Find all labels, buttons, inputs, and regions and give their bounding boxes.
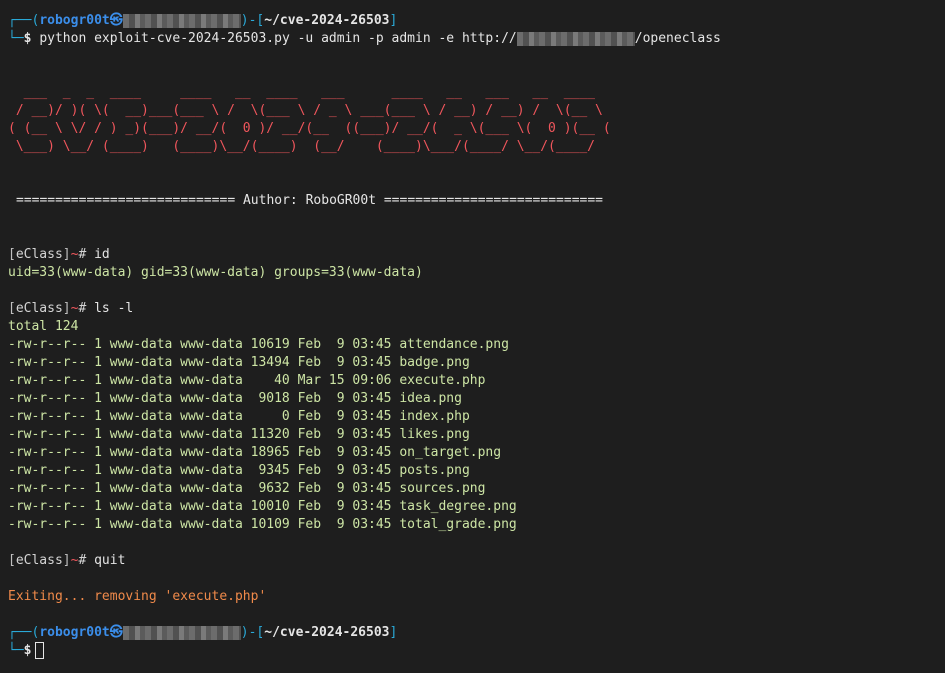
prompt-line-top: ┌──(robogr00t㉿ )-[~/cve-2024-26503] [8,624,945,642]
id-output: uid=33(www-data) gid=33(www-data) groups… [8,265,423,280]
ls-row: -rw-r--r-- 1 www-data www-data 10619 Feb… [8,337,509,352]
ls-row: -rw-r--r-- 1 www-data www-data 10109 Feb… [8,517,517,532]
prompt-close-mid: )-[ [240,625,265,640]
prompt-close-end: ] [389,13,398,28]
prompt-user: robogr00t [39,13,110,28]
shell-bracket-open: [ [8,247,16,262]
prompt-line-bottom: └─$ python exploit-cve-2024-26503.py -u … [8,30,945,48]
ascii-banner-line: / __)/ )( \( __)___(___ \ / \(___ \ / _ … [8,103,603,118]
prompt-frame-bottom: └─ [8,31,24,46]
prompt-user: robogr00t [39,625,110,640]
ls-row: -rw-r--r-- 1 www-data www-data 9018 Feb … [8,391,462,406]
prompt-line-bottom[interactable]: └─$ [8,642,945,660]
shell-command: id [94,247,110,262]
shell-prompt-quit: [eClass]~# quit [8,552,945,570]
shell-name: eClass [15,247,63,262]
prompt-frame-bottom: └─ [8,643,24,658]
shell-hash: # [78,301,87,316]
prompt-line-top: ┌──(robogr00t㉿ )-[~/cve-2024-26503] [8,12,945,30]
shell-hash: # [78,247,87,262]
prompt-path: ~/cve-2024-26503 [264,625,390,640]
redacted-host-url [516,31,635,46]
terminal-window[interactable]: ┌──(robogr00t㉿)-[~/cve-2024-26503] └─$ p… [0,0,945,673]
ls-row: -rw-r--r-- 1 www-data www-data 11320 Feb… [8,427,470,442]
prompt-path: ~/cve-2024-26503 [264,13,390,28]
shell-name: eClass [15,553,63,568]
prompt-frame-top: ┌──( [8,625,40,640]
shell-bracket-open: [ [8,301,16,316]
command-url-tail: /openeclass [634,31,721,46]
prompt-at-symbol: ㉿ [109,625,123,640]
prompt-at-symbol: ㉿ [109,13,123,28]
shell-bracket-close: ] [62,553,71,568]
ls-row: -rw-r--r-- 1 www-data www-data 18965 Feb… [8,445,502,460]
ascii-banner-line: ___ _ _ ____ ____ __ ____ ___ ____ __ __… [8,85,595,100]
ls-row: -rw-r--r-- 1 www-data www-data 10010 Feb… [8,499,517,514]
command-text: python exploit-cve-2024-26503.py -u admi… [39,31,517,46]
text-cursor[interactable] [35,642,45,659]
shell-bracket-close: ] [62,247,71,262]
ls-row: -rw-r--r-- 1 www-data www-data 13494 Feb… [8,355,470,370]
redacted-hostname [122,13,241,28]
ls-row: -rw-r--r-- 1 www-data www-data 0 Feb 9 0… [8,409,470,424]
prompt-close-mid: )-[ [240,13,265,28]
shell-name: eClass [15,301,63,316]
ascii-banner-line: ( (__ \ \/ / ) _)(___)/ __/( 0 )/ __/(__… [8,121,611,136]
prompt-close-end: ] [389,625,398,640]
exit-message: Exiting... removing 'execute.php' [8,589,267,604]
ls-row: -rw-r--r-- 1 www-data www-data 9632 Feb … [8,481,486,496]
shell-prompt-ls: [eClass]~# ls -l [8,300,945,318]
shell-prompt-id: [eClass]~# id [8,246,945,264]
shell-command: quit [94,553,126,568]
redacted-hostname [122,625,241,640]
prompt-dollar: $ [23,31,32,46]
ls-total: total 124 [8,319,79,334]
ascii-banner-line: \___) \__/ (____) (____)\__/(____) (__/ … [8,139,595,154]
shell-hash: # [78,553,87,568]
shell-command: ls -l [94,301,134,316]
author-banner: ============================ Author: Rob… [16,193,603,208]
prompt-dollar: $ [23,643,32,658]
prompt-frame-top: ┌──( [8,13,40,28]
ls-row: -rw-r--r-- 1 www-data www-data 9345 Feb … [8,463,470,478]
ls-row: -rw-r--r-- 1 www-data www-data 40 Mar 15… [8,373,486,388]
shell-bracket-open: [ [8,553,16,568]
shell-bracket-close: ] [62,301,71,316]
